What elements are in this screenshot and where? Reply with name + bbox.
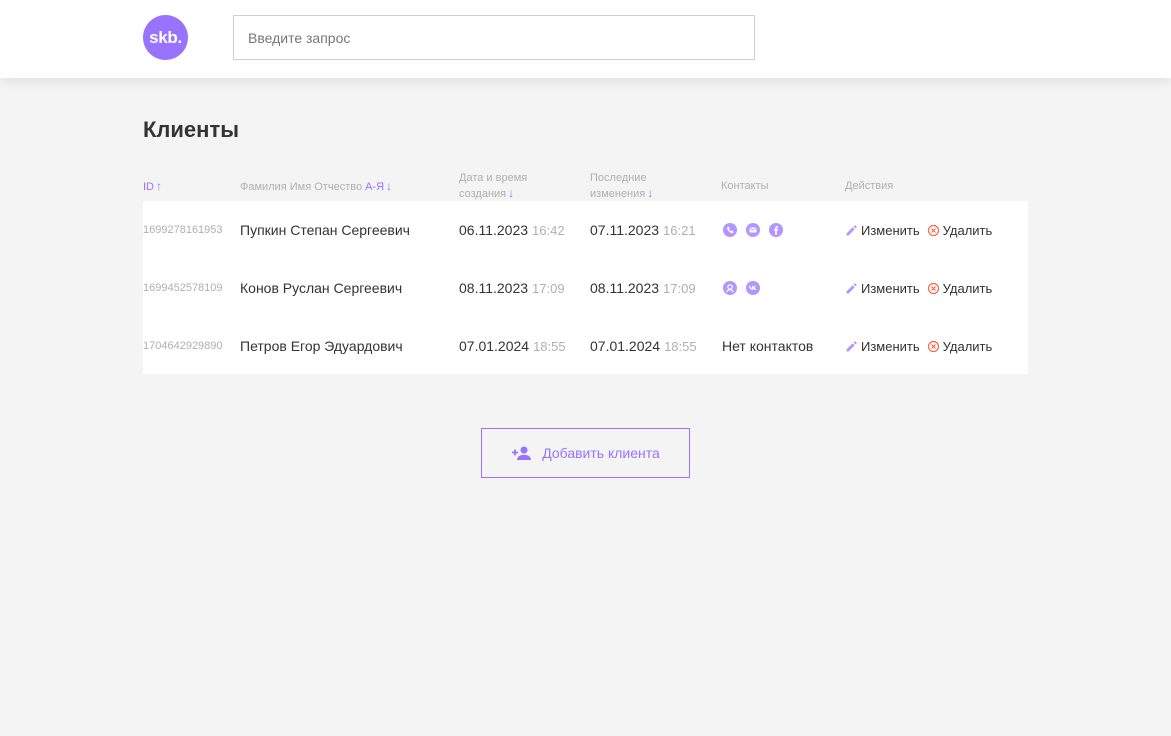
name-sort-label: А-Я [365, 181, 385, 193]
changed-datetime: 07.01.2024 18:55 [590, 317, 697, 375]
column-header-changed[interactable]: Последние изменения ↓ [590, 171, 653, 202]
changed-time: 16:21 [663, 222, 696, 238]
clients-table: 1699278161953 Пупкин Степан Сергеевич 06… [143, 201, 1028, 374]
created-time: 17:09 [532, 280, 565, 296]
row-actions: Изменить Удалить [845, 317, 992, 375]
created-date: 07.01.2024 [459, 338, 530, 354]
email-icon[interactable] [745, 222, 761, 238]
add-client-button[interactable]: Добавить клиента [481, 428, 690, 478]
changed-date: 07.01.2024 [590, 338, 661, 354]
pencil-icon [846, 224, 857, 235]
created-time: 18:55 [533, 338, 566, 354]
cancel-circle-icon [927, 282, 939, 294]
created-datetime: 06.11.2023 16:42 [459, 201, 565, 259]
cancel-circle-icon [927, 340, 939, 352]
column-header-actions: Действия [845, 180, 894, 192]
edit-label: Изменить [861, 280, 920, 296]
row-actions: Изменить Удалить [845, 259, 992, 317]
contacts-list [722, 259, 761, 317]
created-date: 06.11.2023 [459, 222, 529, 238]
delete-button[interactable]: Удалить [927, 280, 993, 296]
column-header-changed-line1: Последние [590, 172, 647, 184]
delete-label: Удалить [942, 222, 993, 238]
client-id: 1699452578109 [143, 282, 223, 294]
delete-button[interactable]: Удалить [927, 338, 993, 354]
edit-button[interactable]: Изменить [845, 223, 920, 238]
changed-date: 07.11.2023 [590, 222, 660, 238]
search-input[interactable] [233, 15, 755, 60]
created-date: 08.11.2023 [459, 280, 529, 296]
arrow-down-icon: ↓ [508, 186, 515, 200]
column-header-name[interactable]: Фамилия Имя Отчество А-Я ↓ [240, 179, 392, 195]
column-header-contacts: Контакты [721, 180, 769, 192]
column-header-id-label: ID [143, 181, 154, 193]
page-title: Клиенты [143, 117, 240, 142]
contacts-list: Нет контактов [722, 317, 813, 375]
cancel-circle-icon [927, 224, 939, 236]
logo[interactable]: skb. [143, 15, 188, 60]
column-header-changed-line2: изменения [590, 188, 646, 200]
table-row: 1704642929890 Петров Егор Эдуардович 07.… [143, 317, 1028, 375]
changed-time: 18:55 [664, 338, 697, 354]
table-row: 1699278161953 Пупкин Степан Сергеевич 06… [143, 201, 1028, 259]
column-header-created-line1: Дата и время [459, 172, 528, 184]
changed-datetime: 07.11.2023 16:21 [590, 201, 696, 259]
delete-label: Удалить [942, 338, 993, 354]
add-user-icon [512, 446, 532, 460]
changed-time: 17:09 [663, 280, 696, 296]
arrow-up-icon: ↑ [156, 179, 162, 193]
phone-icon[interactable] [722, 222, 738, 238]
delete-button[interactable]: Удалить [927, 222, 993, 238]
add-client-label: Добавить клиента [542, 445, 660, 461]
no-contacts-text: Нет контактов [722, 338, 814, 354]
client-id: 1699278161953 [143, 224, 223, 236]
edit-button[interactable]: Изменить [845, 339, 920, 354]
client-id: 1704642929890 [143, 340, 223, 352]
pencil-icon [846, 282, 857, 293]
column-header-id[interactable]: ID ↑ [143, 179, 162, 195]
arrow-down-icon: ↓ [647, 186, 654, 200]
created-datetime: 07.01.2024 18:55 [459, 317, 566, 375]
arrow-down-icon: ↓ [386, 179, 393, 193]
header: skb. [0, 0, 1171, 78]
row-actions: Изменить Удалить [845, 201, 992, 259]
edit-label: Изменить [861, 338, 920, 354]
facebook-icon[interactable] [768, 222, 784, 238]
pencil-icon [846, 340, 857, 351]
changed-date: 08.11.2023 [590, 280, 660, 296]
column-header-created-line2: создания [459, 188, 507, 200]
table-row: 1699452578109 Конов Руслан Сергеевич 08.… [143, 259, 1028, 317]
vk-icon[interactable] [745, 280, 761, 296]
changed-datetime: 08.11.2023 17:09 [590, 259, 696, 317]
contacts-list [722, 201, 784, 259]
created-datetime: 08.11.2023 17:09 [459, 259, 565, 317]
client-name: Петров Егор Эдуардович [240, 338, 403, 354]
created-time: 16:42 [532, 222, 565, 238]
client-name: Конов Руслан Сергеевич [240, 280, 403, 296]
edit-button[interactable]: Изменить [845, 281, 920, 296]
client-name: Пупкин Степан Сергеевич [240, 222, 410, 238]
column-header-created[interactable]: Дата и время создания ↓ [459, 171, 527, 202]
person-icon[interactable] [722, 280, 738, 296]
edit-label: Изменить [861, 222, 920, 238]
delete-label: Удалить [942, 280, 993, 296]
column-header-name-label: Фамилия Имя Отчество [240, 181, 363, 193]
